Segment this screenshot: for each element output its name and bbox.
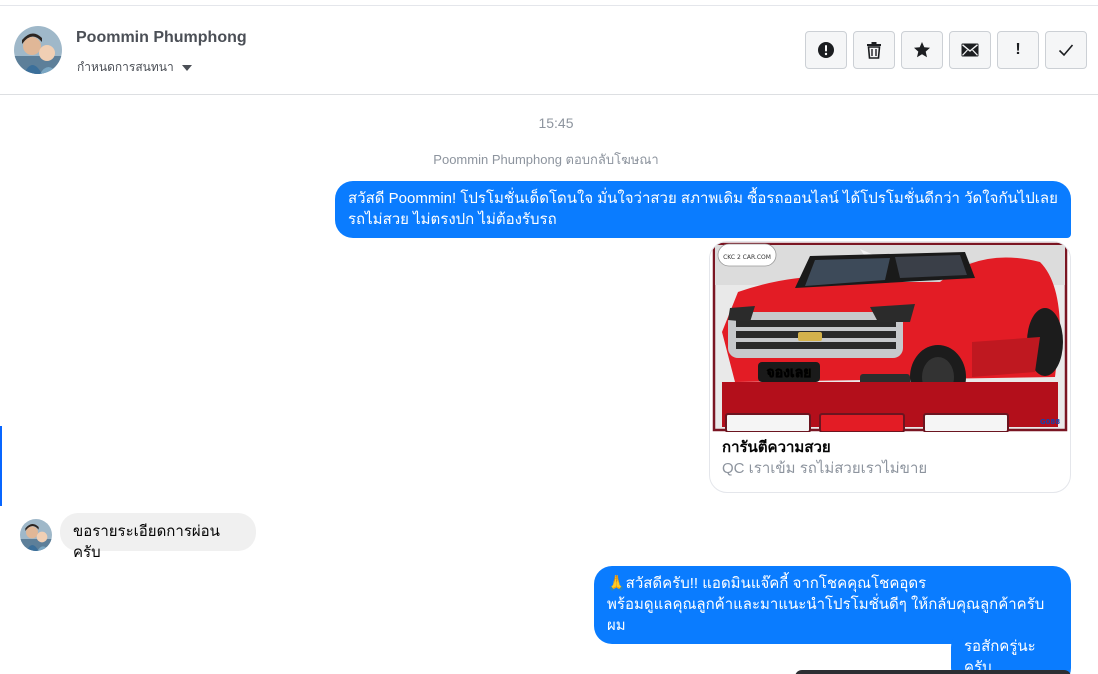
sender-avatar[interactable] xyxy=(20,519,52,551)
ad-card-subtitle: QC เราเข้ม รถไม่สวยเราไม่ขาย xyxy=(722,460,928,477)
delete-button[interactable] xyxy=(853,31,895,69)
active-conversation-indicator xyxy=(0,426,2,506)
trash-icon xyxy=(867,42,881,59)
spam-button[interactable] xyxy=(805,31,847,69)
ad-code-text: G088 xyxy=(1040,418,1060,426)
follow-up-button[interactable]: ! xyxy=(997,31,1039,69)
next-message-peek xyxy=(795,670,1071,674)
conversation-header: Poommin Phumphong กำหนดการสนทนา ! xyxy=(0,6,1098,95)
mark-unread-button[interactable] xyxy=(949,31,991,69)
done-button[interactable] xyxy=(1045,31,1087,69)
alert-circle-icon xyxy=(818,42,834,58)
contact-name[interactable]: Poommin Phumphong xyxy=(76,29,247,47)
message-timestamp: 15:45 xyxy=(538,115,574,131)
assign-conversation-dropdown[interactable]: กำหนดการสนทนา xyxy=(77,58,192,77)
star-button[interactable] xyxy=(901,31,943,69)
envelope-icon xyxy=(961,43,979,57)
ad-watermark-text: CKC 2 CAR.COM xyxy=(723,254,771,261)
incoming-message[interactable]: ขอรายระเอียดการผ่อนครับ xyxy=(60,513,256,561)
caret-down-icon xyxy=(181,64,192,71)
follow-up-label: ! xyxy=(1015,41,1021,58)
contact-avatar[interactable] xyxy=(14,26,62,74)
assign-conversation-label: กำหนดการสนทนา xyxy=(77,60,174,74)
message-line: 🙏สวัสดีครับ!! แอดมินแจ๊คกี้ จากโชคคุณโชค… xyxy=(607,575,927,592)
check-icon xyxy=(1058,44,1074,57)
ad-badge-text: จองเลย xyxy=(766,365,811,381)
ad-card[interactable]: จองเลย CKC 2 CAR.COM G088 การันตีความสวย… xyxy=(709,241,1071,493)
outgoing-message[interactable]: สวัสดี Poommin! โปรโมชั่นเด็ดโดนใจ มั่นใ… xyxy=(335,181,1071,238)
outgoing-message[interactable]: รอสักครู่นะครับ xyxy=(951,629,1071,674)
conversation-toolbar: ! xyxy=(805,31,1087,69)
ad-card-image: จองเลย CKC 2 CAR.COM G088 xyxy=(710,242,1070,433)
ad-reply-note: Poommin Phumphong ตอบกลับโฆษณา xyxy=(433,152,659,167)
star-icon xyxy=(914,42,930,58)
